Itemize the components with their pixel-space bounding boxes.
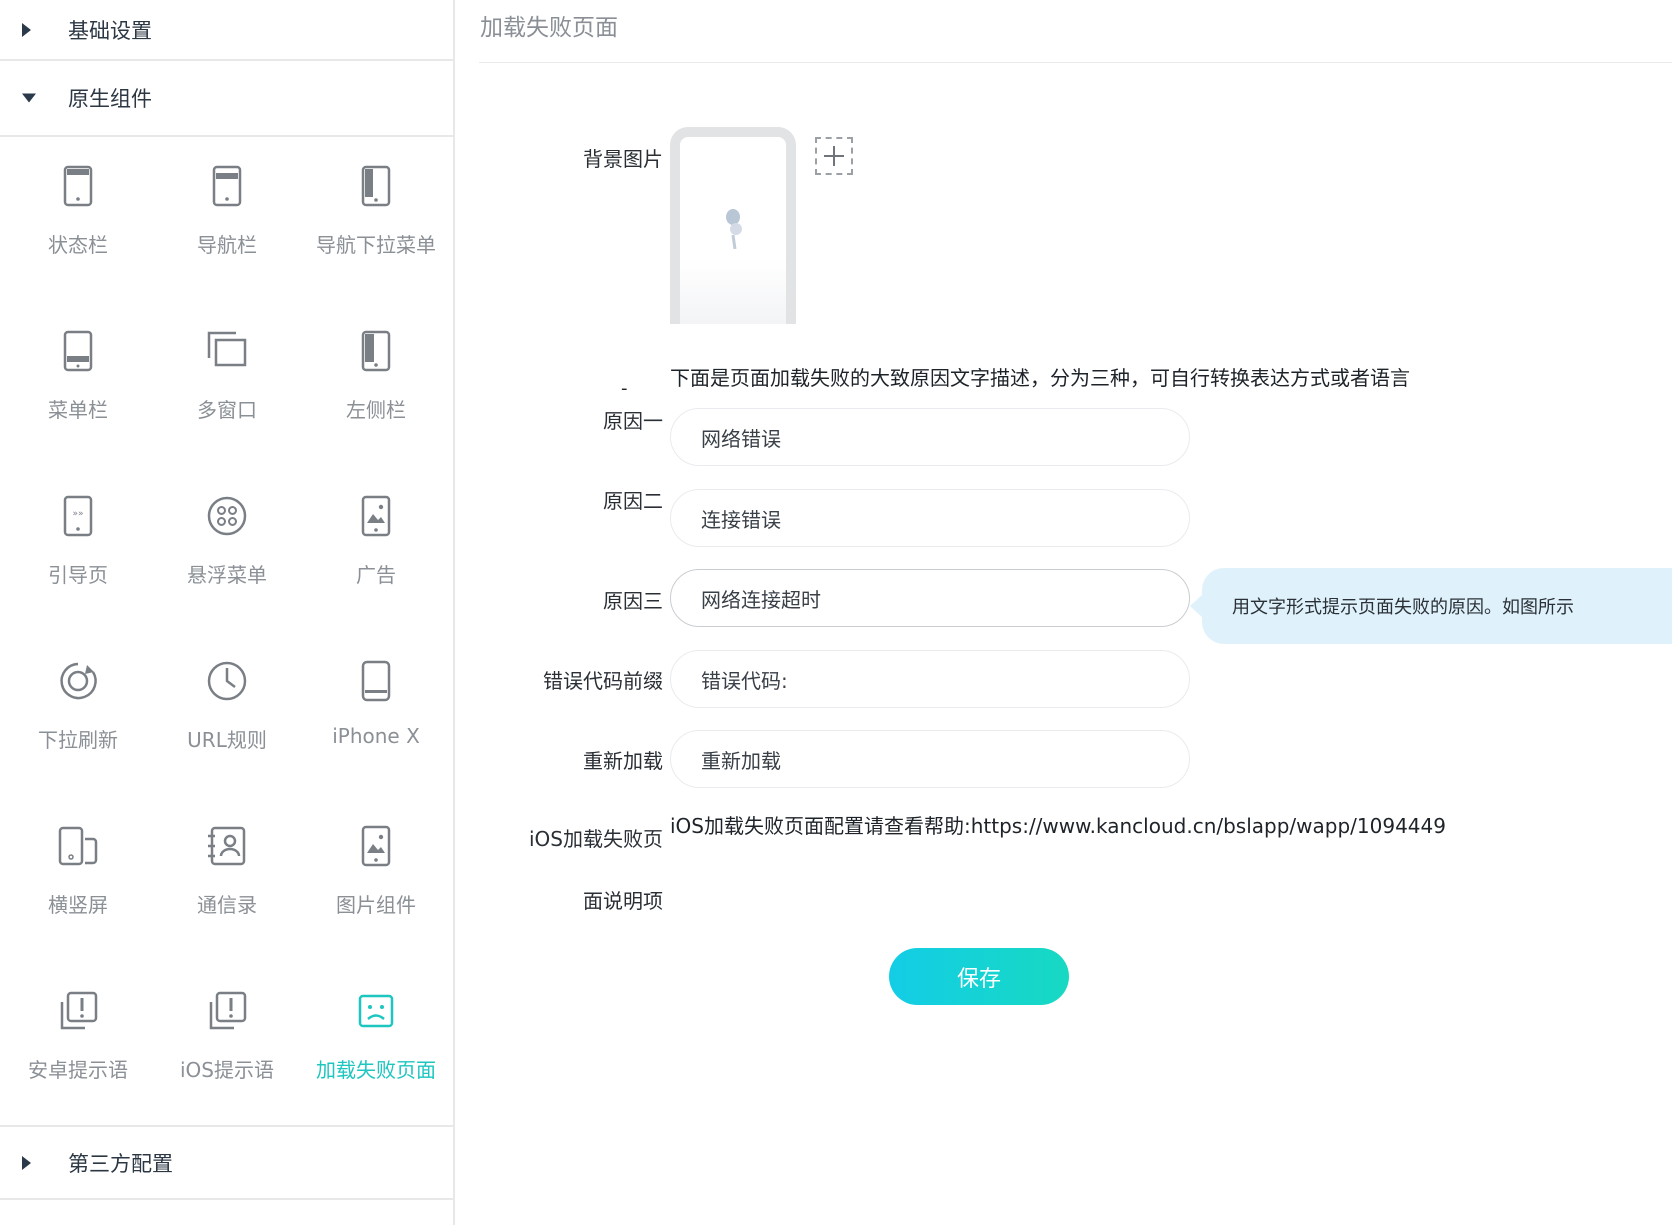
preview-illustration-icon	[726, 209, 742, 250]
tile-iphone-x[interactable]: iPhone X	[298, 632, 454, 797]
input-value: 网络连接超时	[701, 587, 821, 612]
main-panel: 加载失败页面 背景图片 - 下面是页面加载失败的大致原因文字描述，分为三种，可自…	[457, 0, 1672, 1225]
reload-input[interactable]: 重新加载	[670, 730, 1190, 788]
ios-note-label-line2: 面说明项	[583, 889, 663, 913]
section-basic-settings[interactable]: 基础设置	[0, 0, 453, 61]
input-value: 错误代码:	[701, 668, 788, 693]
rotate-screen-icon	[58, 826, 98, 866]
phone-menu-bar-icon	[63, 330, 93, 372]
tile-url-rules[interactable]: URL规则	[149, 632, 305, 797]
iphone-x-icon	[361, 660, 391, 702]
refresh-icon	[60, 662, 97, 700]
tile-multi-window[interactable]: 多窗口	[149, 302, 305, 467]
tile-label: 通信录	[197, 893, 257, 917]
tile-nav-dropdown[interactable]: 导航下拉菜单	[298, 137, 454, 302]
tile-label: iPhone X	[332, 724, 420, 748]
tile-label: 导航下拉菜单	[316, 233, 436, 257]
tile-left-sidebar[interactable]: 左侧栏	[298, 302, 454, 467]
tile-label: 菜单栏	[48, 398, 108, 422]
caret-down-icon	[22, 93, 36, 103]
tile-load-failed-page[interactable]: 加载失败页面	[298, 962, 454, 1127]
app-root: 基础设置 原生组件 状态栏 导航栏 导航下拉菜单 菜单栏 多窗口 左侧栏 »» …	[0, 0, 1672, 1225]
page-title: 加载失败页面	[480, 15, 618, 41]
section-title: 第三方配置	[68, 1151, 173, 1176]
tile-label: 下拉刷新	[38, 728, 118, 752]
add-image-button[interactable]	[815, 137, 853, 175]
component-sidebar: 基础设置 原生组件 状态栏 导航栏 导航下拉菜单 菜单栏 多窗口 左侧栏 »» …	[0, 0, 455, 1225]
tile-android-alert[interactable]: 安卓提示语	[0, 962, 156, 1127]
tile-pull-refresh[interactable]: 下拉刷新	[0, 632, 156, 797]
section-title: 原生组件	[68, 87, 152, 111]
phone-left-sidebar-icon	[361, 330, 391, 372]
tile-ad[interactable]: 广告	[298, 467, 454, 632]
sad-face-icon	[358, 994, 394, 1028]
tile-image-component[interactable]: 图片组件	[298, 797, 454, 962]
error-prefix-label: 错误代码前缀	[543, 669, 663, 693]
phone-image-icon	[361, 825, 391, 867]
tile-status-bar[interactable]: 状态栏	[0, 137, 156, 302]
background-image-label: 背景图片	[583, 147, 663, 171]
tile-guide-page[interactable]: »» 引导页	[0, 467, 156, 632]
phone-dropdown-icon	[361, 165, 391, 207]
title-divider	[479, 62, 1672, 63]
caret-right-icon	[22, 22, 31, 37]
reload-label: 重新加载	[583, 749, 663, 773]
tile-orientation[interactable]: 横竖屏	[0, 797, 156, 962]
tile-label: 引导页	[48, 563, 108, 587]
tile-label: 状态栏	[48, 233, 108, 257]
tile-label: 图片组件	[336, 893, 416, 917]
error-prefix-input[interactable]: 错误代码:	[670, 650, 1190, 708]
ios-help-text: iOS加载失败页面配置请查看帮助:https://www.kancloud.cn…	[670, 814, 1446, 838]
contacts-icon	[208, 826, 246, 866]
phone-ad-image-icon	[361, 495, 391, 537]
tile-label: 导航栏	[197, 233, 257, 257]
reasons-description: 下面是页面加载失败的大致原因文字描述，分为三种，可自行转换表达方式或者语言	[670, 366, 1410, 390]
background-image-preview[interactable]	[670, 127, 796, 324]
floating-menu-icon	[207, 496, 247, 536]
tile-label: 安卓提示语	[28, 1058, 128, 1082]
multi-window-icon	[207, 331, 247, 367]
tile-ios-alert[interactable]: iOS提示语	[149, 962, 305, 1127]
tile-label: iOS提示语	[180, 1058, 274, 1082]
android-alert-icon	[60, 991, 98, 1030]
ios-note-label-line1: iOS加载失败页	[529, 827, 663, 851]
reason2-label: 原因二	[603, 489, 663, 513]
phone-nav-bar-icon	[212, 165, 242, 207]
tile-label: 左侧栏	[346, 398, 406, 422]
section-native-components[interactable]: 原生组件	[0, 61, 453, 137]
reason1-input[interactable]: 网络错误	[670, 408, 1190, 466]
reason2-input[interactable]: 连接错误	[670, 489, 1190, 547]
tile-contacts[interactable]: 通信录	[149, 797, 305, 962]
section-third-party[interactable]: 第三方配置	[0, 1125, 453, 1200]
tile-label: 横竖屏	[48, 893, 108, 917]
tile-nav-bar[interactable]: 导航栏	[149, 137, 305, 302]
clock-icon	[207, 661, 247, 701]
phone-guide-icon: »»	[63, 495, 93, 537]
caret-right-icon	[22, 1155, 31, 1170]
ios-alert-icon	[209, 991, 247, 1030]
phone-status-bar-icon	[63, 165, 93, 207]
tile-menu-bar[interactable]: 菜单栏	[0, 302, 156, 467]
reason3-input[interactable]: 网络连接超时	[670, 569, 1190, 627]
reason3-label: 原因三	[603, 589, 663, 613]
description-dash: -	[621, 378, 628, 399]
tile-label: 悬浮菜单	[187, 563, 267, 587]
reason-tooltip: 用文字形式提示页面失败的原因。如图所示	[1190, 568, 1672, 644]
tile-label: 加载失败页面	[316, 1058, 436, 1082]
input-value: 连接错误	[701, 507, 781, 532]
tile-floating-menu[interactable]: 悬浮菜单	[149, 467, 305, 632]
tile-label: URL规则	[187, 728, 267, 752]
save-button[interactable]: 保存	[889, 948, 1069, 1005]
input-value: 网络错误	[701, 426, 781, 451]
tile-label: 广告	[356, 563, 396, 587]
reason1-label: 原因一	[603, 409, 663, 433]
input-value: 重新加载	[701, 748, 781, 773]
svg-text:»»: »»	[72, 509, 83, 519]
tile-label: 多窗口	[197, 398, 257, 422]
section-title: 基础设置	[68, 18, 152, 43]
